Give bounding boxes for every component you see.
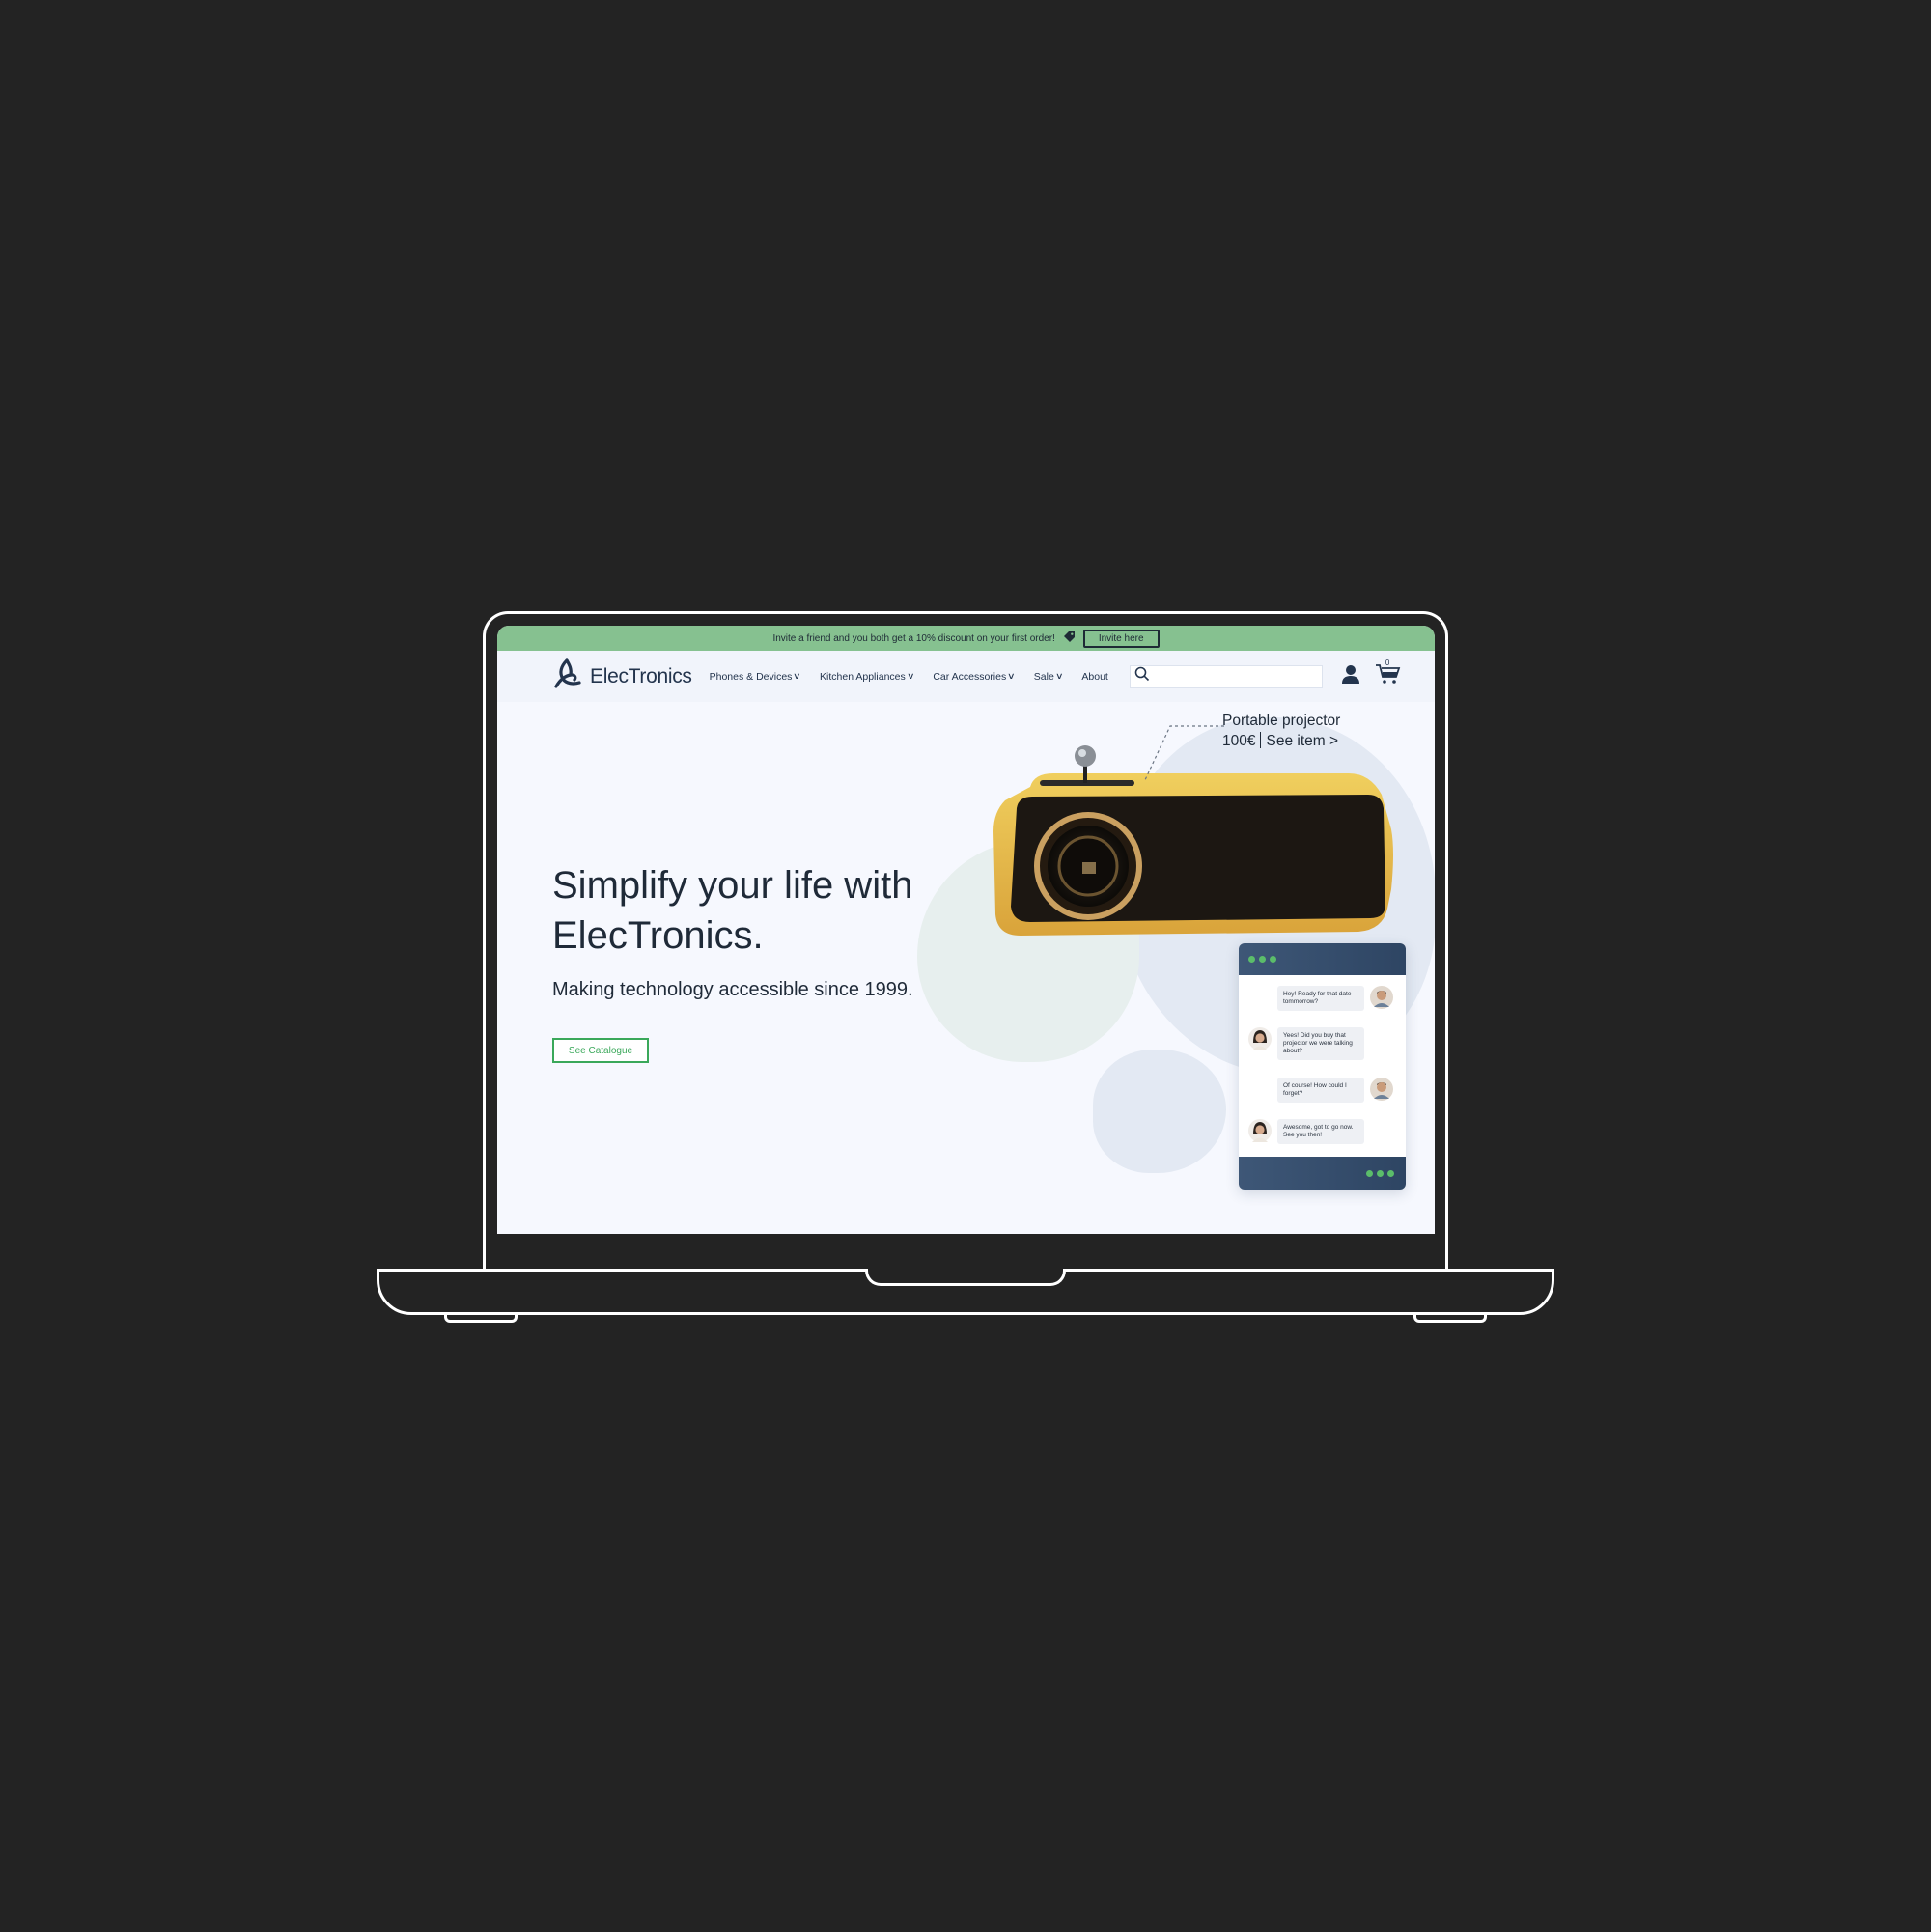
- search-input[interactable]: [1149, 670, 1322, 683]
- account-icon[interactable]: [1340, 663, 1361, 689]
- brand-logo[interactable]: ElecTronics: [551, 658, 692, 695]
- product-name: Portable projector: [1222, 713, 1341, 729]
- dot-icon: [1387, 1169, 1394, 1177]
- chat-footer: [1239, 1157, 1406, 1190]
- price-divider: [1260, 732, 1262, 748]
- chevron-down-icon: ∨: [793, 671, 802, 681]
- product-price: 100€: [1222, 733, 1256, 749]
- dot-icon: [1366, 1169, 1373, 1177]
- main-navbar: ElecTronics Phones & Devices ∨ Kitchen A…: [497, 651, 1435, 702]
- chevron-down-icon: ∨: [1054, 671, 1064, 681]
- avatar-woman: [1248, 1119, 1272, 1142]
- tag-icon: [1063, 630, 1076, 646]
- chat-message: Yees! Did you buy that projector we were…: [1248, 1027, 1364, 1060]
- nav-label: Sale: [1033, 670, 1054, 683]
- chat-message: Awesome, got to go now. See you then!: [1248, 1119, 1364, 1144]
- dot-icon: [1270, 956, 1276, 963]
- search-icon: [1134, 666, 1150, 686]
- avatar-man: [1370, 1078, 1393, 1101]
- brand-name: ElecTronics: [590, 664, 692, 687]
- nav-label: Kitchen Appliances: [820, 670, 906, 683]
- nav-label: About: [1081, 670, 1108, 683]
- promo-text: Invite a friend and you both get a 10% d…: [772, 632, 1055, 644]
- nav-sale[interactable]: Sale ∨: [1033, 670, 1064, 683]
- product-callout: Portable projector 100€ See item >: [1222, 711, 1340, 751]
- callout-line: [1143, 725, 1224, 783]
- nav-kitchen-appliances[interactable]: Kitchen Appliances ∨: [820, 670, 915, 683]
- nav-label: Phones & Devices: [709, 670, 793, 683]
- cart-icon[interactable]: 0: [1375, 658, 1402, 690]
- nav-phones-devices[interactable]: Phones & Devices ∨: [709, 670, 802, 683]
- bg-blob-small: [1093, 1050, 1226, 1173]
- hero-subtitle: Making technology accessible since 1999.: [552, 979, 913, 1000]
- see-catalogue-button[interactable]: See Catalogue: [552, 1038, 649, 1063]
- dot-icon: [1377, 1169, 1384, 1177]
- dot-icon: [1248, 956, 1255, 963]
- chat-message: Of course! How could I forget?: [1277, 1078, 1393, 1103]
- avatar-woman: [1248, 1027, 1272, 1050]
- nav-car-accessories[interactable]: Car Accessories ∨: [933, 670, 1016, 683]
- dot-icon: [1259, 956, 1266, 963]
- chat-bubble: Hey! Ready for that date tommorrow?: [1277, 986, 1364, 1011]
- chevron-down-icon: ∨: [906, 671, 915, 681]
- chat-bubble: Of course! How could I forget?: [1277, 1078, 1364, 1103]
- chat-widget: Hey! Ready for that date tommorrow? Yees…: [1239, 943, 1406, 1190]
- promo-bar: Invite a friend and you both get a 10% d…: [497, 626, 1435, 651]
- chat-bubble: Awesome, got to go now. See you then!: [1277, 1119, 1364, 1144]
- logo-icon: [551, 658, 584, 695]
- nav-label: Car Accessories: [933, 670, 1007, 683]
- chat-bubble: Yees! Did you buy that projector we were…: [1277, 1027, 1364, 1060]
- invite-button[interactable]: Invite here: [1082, 629, 1160, 648]
- chat-message: Hey! Ready for that date tommorrow?: [1277, 986, 1393, 1011]
- browser-screen: Invite a friend and you both get a 10% d…: [497, 626, 1435, 1234]
- laptop-notch: [865, 1269, 1066, 1286]
- nav-about[interactable]: About: [1081, 671, 1107, 683]
- hero-title: Simplify your life with ElecTronics.: [552, 864, 913, 957]
- chevron-down-icon: ∨: [1007, 671, 1016, 681]
- avatar-man: [1370, 986, 1393, 1009]
- laptop-foot-left: [444, 1313, 518, 1323]
- search-box: [1129, 664, 1323, 688]
- see-item-link[interactable]: See item >: [1266, 733, 1338, 749]
- chat-header: [1239, 943, 1406, 975]
- laptop-foot-right: [1413, 1313, 1487, 1323]
- cart-count: 0: [1385, 658, 1390, 667]
